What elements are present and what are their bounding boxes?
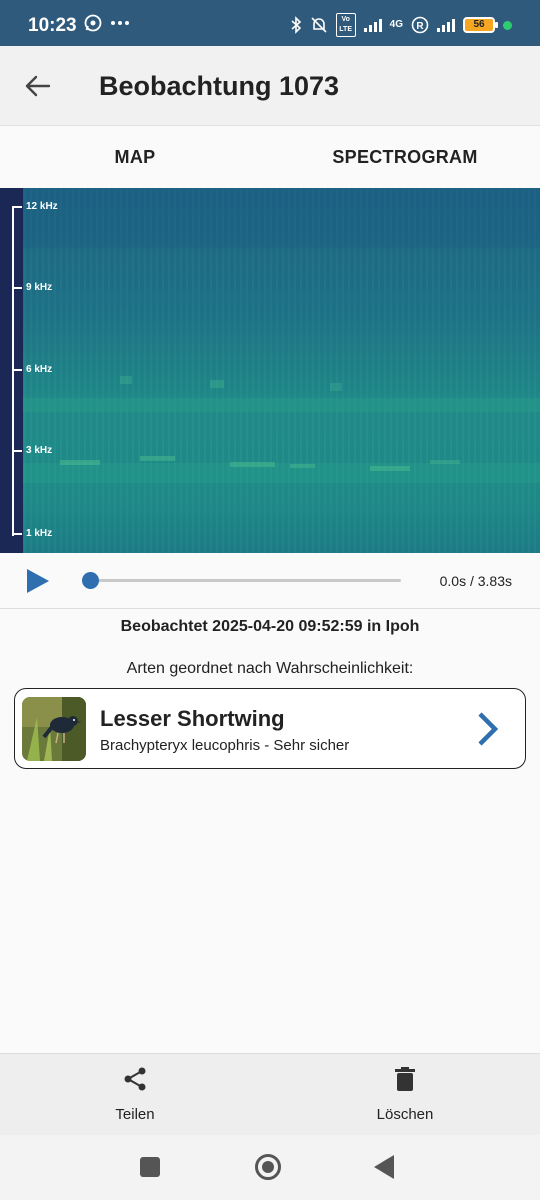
wifi-signal-icon xyxy=(437,18,455,32)
spectrogram-view[interactable]: 12 kHz 9 kHz 6 kHz 3 kHz 1 kHz xyxy=(0,188,540,553)
tab-bar: MAP SPECTROGRAM xyxy=(0,126,540,188)
trash-icon xyxy=(395,1067,415,1091)
arrow-left-icon xyxy=(25,75,51,97)
spectrogram-image xyxy=(0,188,540,553)
tab-spectrogram[interactable]: SPECTROGRAM xyxy=(270,126,540,188)
bluetooth-icon xyxy=(291,16,301,34)
mute-bell-icon xyxy=(311,17,327,33)
more-notifications-icon xyxy=(111,21,129,25)
freq-label-9khz: 9 kHz xyxy=(14,282,52,293)
species-card[interactable]: Lesser Shortwing Brachypteryx leucophris… xyxy=(14,688,526,769)
status-time: 10:23 xyxy=(28,15,77,36)
play-button[interactable] xyxy=(26,568,50,594)
app-bar: Beobachtung 1073 xyxy=(0,46,540,126)
freq-label-6khz: 6 kHz xyxy=(14,364,52,375)
svg-text:R: R xyxy=(416,21,424,32)
freq-label-1khz: 1 kHz xyxy=(14,528,52,539)
status-bar: 10:23 Vo LTE 4G R 56 xyxy=(0,0,540,46)
time-display: 0.0s / 3.83s xyxy=(439,573,512,589)
volte-indicator: Vo LTE xyxy=(335,13,356,37)
share-label: Teilen xyxy=(115,1106,155,1123)
home-button[interactable] xyxy=(255,1154,281,1180)
audio-player: 0.0s / 3.83s xyxy=(0,553,540,609)
species-common-name: Lesser Shortwing xyxy=(100,706,285,731)
freq-label-3khz: 3 kHz xyxy=(14,445,52,456)
freq-label-12khz: 12 kHz xyxy=(14,201,58,212)
bottom-action-bar: Teilen Löschen xyxy=(0,1053,540,1135)
registered-icon: R xyxy=(411,16,429,34)
progress-thumb[interactable] xyxy=(81,572,99,589)
cell-signal-icon xyxy=(363,18,382,32)
tab-map[interactable]: MAP xyxy=(0,126,270,188)
recents-button[interactable] xyxy=(140,1157,160,1177)
species-list-heading: Arten geordnet nach Wahrscheinlichkeit: xyxy=(126,660,414,677)
share-icon xyxy=(124,1067,146,1091)
system-back-button[interactable] xyxy=(374,1155,394,1179)
progress-track[interactable] xyxy=(90,579,401,582)
back-button[interactable] xyxy=(22,70,54,102)
page-title: Beobachtung 1073 xyxy=(99,71,340,101)
network-type: 4G xyxy=(389,19,403,30)
share-button[interactable]: Teilen xyxy=(0,1054,270,1135)
bird-photo-icon xyxy=(22,697,86,761)
delete-label: Löschen xyxy=(376,1106,434,1123)
whatsapp-icon xyxy=(84,14,102,32)
species-thumbnail xyxy=(22,697,86,761)
delete-button[interactable]: Löschen xyxy=(270,1054,540,1135)
battery-level: 56 xyxy=(473,19,485,30)
play-icon xyxy=(27,569,49,593)
species-scientific-name: Brachypteryx leucophris - Sehr sicher xyxy=(100,737,350,754)
observed-timestamp: Beobachtet 2025-04-20 09:52:59 in Ipoh xyxy=(120,618,420,635)
privacy-indicator-dot xyxy=(503,20,512,30)
battery-icon: 56 xyxy=(463,17,498,33)
chevron-right-icon xyxy=(478,712,499,746)
system-navigation-bar xyxy=(0,1135,540,1200)
